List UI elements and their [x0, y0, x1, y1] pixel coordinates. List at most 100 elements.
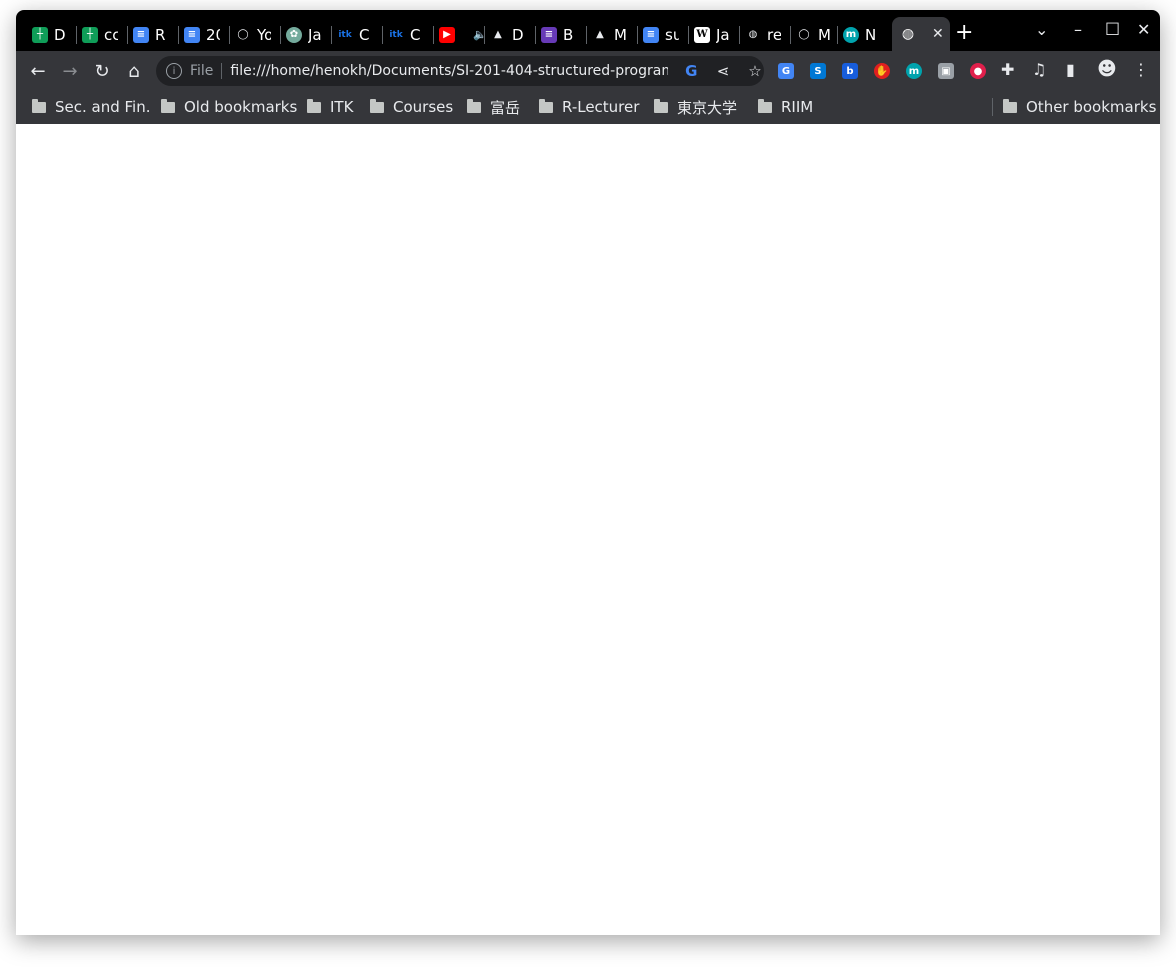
back-button[interactable]: ←	[26, 59, 50, 83]
tab-title: M	[614, 25, 627, 44]
tab-separator	[484, 26, 485, 44]
extensions-puzzle-icon[interactable]: ✚	[1001, 60, 1014, 79]
bookmarks-divider	[992, 98, 993, 116]
bookmark-folder[interactable]: Old bookmarks	[161, 96, 297, 118]
share-icon[interactable]: ⋖	[714, 62, 732, 80]
browser-tab[interactable]: ✿ Ja	[286, 20, 334, 49]
tab-separator	[127, 26, 128, 44]
bookmark-folder[interactable]: 東京大学	[654, 96, 737, 118]
bitwarden-icon[interactable]: b	[842, 63, 858, 79]
stop-hand-icon[interactable]: ✋	[874, 63, 890, 79]
other-bookmarks-folder[interactable]: Other bookmarks	[1003, 96, 1156, 118]
tab-separator	[382, 26, 383, 44]
scheme-label: File	[189, 63, 214, 79]
forward-button[interactable]: →	[58, 59, 82, 83]
tab-separator	[790, 26, 791, 44]
chrome-menu-icon[interactable]: ⋮	[1133, 60, 1149, 79]
browser-tab[interactable]: ◍ re	[745, 20, 793, 49]
folder-icon	[161, 99, 175, 113]
forms-icon: ≡	[541, 26, 557, 43]
tab-separator	[76, 26, 77, 44]
maximize-button[interactable]: □	[1105, 18, 1120, 37]
browser-tab[interactable]: ┼ D	[32, 20, 80, 49]
browser-tab[interactable]: itk C	[388, 20, 436, 49]
reload-button[interactable]: ↻	[90, 59, 114, 83]
folder-icon	[1003, 99, 1017, 113]
bookmark-folder[interactable]: Courses	[370, 96, 453, 118]
bookmark-folder[interactable]: Sec. and Fin.	[32, 96, 151, 118]
tab-title: Yo	[257, 25, 271, 44]
skype-icon[interactable]: S	[810, 63, 826, 79]
browser-tab[interactable]: ≡ R	[133, 20, 181, 49]
browser-tab[interactable]: itk C	[337, 20, 385, 49]
active-tab[interactable]: ◍ ✕	[892, 17, 950, 51]
folder-icon	[370, 99, 384, 113]
tab-search-icon[interactable]: ⌄	[1035, 20, 1048, 39]
browser-tab[interactable]: ▲ D	[490, 20, 538, 49]
tab-title: B	[563, 25, 574, 44]
globe-icon: ◍	[748, 29, 758, 40]
close-window-button[interactable]: ✕	[1137, 20, 1150, 39]
url-text[interactable]: file:///home/henokh/Documents/SI-201-404…	[230, 63, 668, 79]
chatgpt-icon: ✿	[286, 26, 302, 43]
lock-red-icon[interactable]: ●	[970, 63, 986, 79]
google-docs-icon: ≡	[643, 26, 659, 43]
side-panel-icon[interactable]: ▮	[1066, 60, 1075, 79]
tab-separator	[637, 26, 638, 44]
google-docs-icon: ≡	[133, 26, 149, 43]
tab-title: 20	[206, 25, 220, 44]
google-lens-icon[interactable]: G	[682, 62, 700, 80]
media-control-icon[interactable]: ♫	[1032, 60, 1046, 79]
folder-icon	[539, 99, 553, 113]
tab-title: Ja	[716, 25, 730, 44]
bookmark-folder[interactable]: RIIM	[758, 96, 813, 118]
bookmark-folder[interactable]: R-Lecturer	[539, 96, 639, 118]
tab-title: cc	[104, 25, 118, 44]
bookmark-star-icon[interactable]: ☆	[746, 62, 764, 80]
new-tab-button[interactable]: +	[955, 22, 973, 44]
tab-separator	[688, 26, 689, 44]
browser-tab[interactable]: ▲ M	[592, 20, 640, 49]
bookmark-folder[interactable]: ITK	[307, 96, 353, 118]
browser-window: ┼D┼cc≡R≡20◯Yo✿JaitkCitkC▶🔈▲D≡B▲M≡suWJa◍r…	[16, 10, 1160, 935]
profile-avatar[interactable]: ☻	[1097, 58, 1117, 80]
globe-icon: ◍	[901, 26, 915, 42]
folder-icon	[307, 99, 321, 113]
itk-icon: itk	[389, 29, 403, 40]
browser-tab[interactable]: ▶ 🔈	[439, 20, 487, 49]
bookmark-folder[interactable]: 富岳	[467, 96, 520, 118]
tab-title: D	[512, 25, 524, 44]
tab-title: re	[767, 25, 781, 44]
tab-strip: ┼D┼cc≡R≡20◯Yo✿JaitkCitkC▶🔈▲D≡B▲M≡suWJa◍r…	[16, 10, 1160, 51]
browser-tab[interactable]: ≡ B	[541, 20, 589, 49]
google-drive-icon: ▲	[596, 29, 604, 40]
toolbar: ← → ↻ ⌂ i File file:///home/henokh/Docum…	[16, 51, 1160, 90]
browser-tab[interactable]: ┼ cc	[82, 20, 130, 49]
github-icon: ◯	[798, 29, 810, 40]
browser-tab[interactable]: ≡ 20	[184, 20, 232, 49]
tab-separator	[586, 26, 587, 44]
google-translate-icon[interactable]: G	[778, 63, 794, 79]
tab-separator	[837, 26, 838, 44]
minimize-button[interactable]: –	[1074, 20, 1082, 39]
m-circle-icon: m	[843, 26, 859, 43]
profile-card-icon[interactable]: ▣	[938, 63, 954, 79]
m-circle-icon[interactable]: m	[906, 63, 922, 79]
browser-tab[interactable]: W Ja	[694, 20, 742, 49]
info-icon[interactable]: i	[166, 63, 182, 79]
address-bar[interactable]: i File file:///home/henokh/Documents/SI-…	[156, 56, 764, 86]
tab-title: N	[865, 25, 877, 44]
tab-separator	[433, 26, 434, 44]
tab-title: R	[155, 25, 166, 44]
google-sheets-icon: ┼	[32, 26, 48, 43]
browser-tab[interactable]: ◯ Yo	[235, 20, 283, 49]
home-button[interactable]: ⌂	[122, 59, 146, 83]
close-tab-icon[interactable]: ✕	[932, 26, 944, 42]
tab-title: D	[54, 25, 66, 44]
tab-title: Ja	[308, 25, 322, 44]
browser-tab[interactable]: ≡ su	[643, 20, 691, 49]
tab-title: C	[359, 25, 370, 44]
bookmarks-bar: Sec. and Fin. Old bookmarks ITK Courses …	[16, 90, 1160, 124]
page-content[interactable]	[16, 124, 1160, 935]
browser-tab[interactable]: mN	[843, 20, 889, 49]
